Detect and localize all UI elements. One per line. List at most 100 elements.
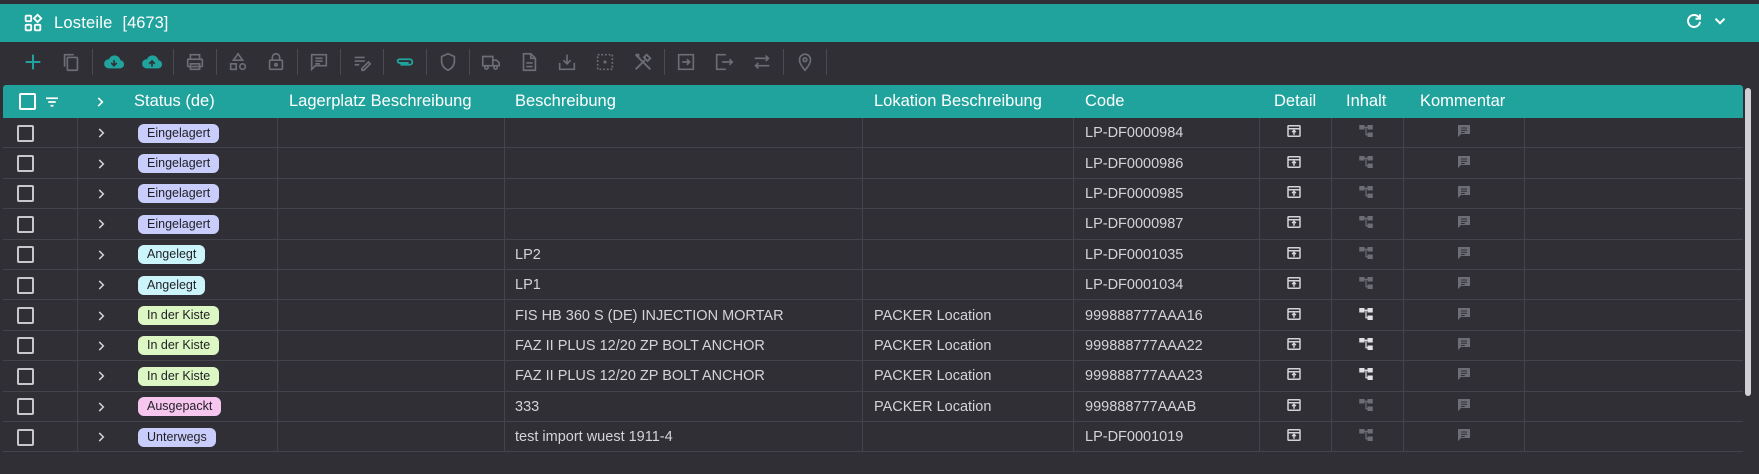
row-checkbox[interactable] — [17, 246, 34, 264]
row-checkbox[interactable] — [17, 367, 34, 385]
lock-button[interactable] — [257, 42, 295, 82]
copy-button[interactable] — [52, 42, 90, 82]
attachment-button[interactable] — [386, 42, 424, 82]
inhalt-button[interactable] — [1357, 392, 1375, 422]
kommentar-button[interactable] — [1455, 148, 1473, 178]
table-row[interactable]: Angelegt LP2 LP-DF0001035 — [3, 239, 1743, 270]
chevron-right-icon[interactable] — [94, 126, 108, 140]
column-header-kommentar[interactable]: Kommentar — [1420, 85, 1505, 118]
row-checkbox[interactable] — [17, 398, 34, 416]
row-checkbox[interactable] — [17, 307, 34, 325]
chevron-right-icon[interactable] — [94, 217, 108, 231]
detail-button[interactable] — [1285, 361, 1303, 391]
add-button[interactable] — [14, 42, 52, 82]
column-header-lagerplatz[interactable]: Lagerplatz Beschreibung — [289, 85, 472, 118]
inhalt-button[interactable] — [1357, 240, 1375, 270]
detail-button[interactable] — [1285, 148, 1303, 178]
kommentar-button[interactable] — [1455, 179, 1473, 209]
kommentar-button[interactable] — [1455, 361, 1473, 391]
location-button[interactable] — [786, 42, 824, 82]
inhalt-button[interactable] — [1357, 209, 1375, 239]
cloud-download-button[interactable] — [95, 42, 133, 82]
shield-button[interactable] — [429, 42, 467, 82]
detail-button[interactable] — [1285, 300, 1303, 330]
truck-button[interactable] — [472, 42, 510, 82]
row-checkbox[interactable] — [17, 124, 34, 142]
table-row[interactable]: Unterwegs test import wuest 1911-4 LP-DF00… — [3, 422, 1743, 453]
chevron-right-icon[interactable] — [94, 309, 108, 323]
filter-icon[interactable] — [43, 93, 61, 111]
inhalt-button[interactable] — [1357, 118, 1375, 148]
inhalt-button[interactable] — [1357, 422, 1375, 452]
kommentar-button[interactable] — [1455, 209, 1473, 239]
login-button[interactable] — [667, 42, 705, 82]
chevron-right-icon[interactable] — [94, 369, 108, 383]
kommentar-button[interactable] — [1455, 331, 1473, 361]
row-checkbox[interactable] — [17, 428, 34, 446]
kommentar-button[interactable] — [1455, 240, 1473, 270]
shapes-button[interactable] — [219, 42, 257, 82]
row-checkbox[interactable] — [17, 215, 34, 233]
inhalt-button[interactable] — [1357, 270, 1375, 300]
detail-button[interactable] — [1285, 392, 1303, 422]
kommentar-button[interactable] — [1455, 300, 1473, 330]
kommentar-button[interactable] — [1455, 392, 1473, 422]
chevron-right-icon[interactable] — [94, 157, 108, 171]
row-checkbox[interactable] — [17, 155, 34, 173]
column-header-detail[interactable]: Detail — [1274, 85, 1316, 118]
download-box-button[interactable] — [548, 42, 586, 82]
column-header-beschreibung[interactable]: Beschreibung — [515, 85, 616, 118]
kommentar-button[interactable] — [1455, 118, 1473, 148]
detail-button[interactable] — [1285, 270, 1303, 300]
table-row[interactable]: In der Kiste FAZ II PLUS 12/20 ZP BOLT AN… — [3, 330, 1743, 362]
tools-button[interactable] — [624, 42, 662, 82]
column-header-lokation[interactable]: Lokation Beschreibung — [874, 85, 1042, 118]
row-checkbox[interactable] — [17, 337, 34, 355]
table-row[interactable]: Ausgepackt 333 PACKER Location 999888777AAA… — [3, 391, 1743, 422]
comment-button[interactable] — [300, 42, 338, 82]
cloud-upload-button[interactable] — [133, 42, 171, 82]
chevron-right-icon[interactable] — [94, 278, 108, 292]
detail-button[interactable] — [1285, 331, 1303, 361]
chevron-right-icon[interactable] — [94, 400, 108, 414]
column-header-status[interactable]: Status (de) — [134, 85, 215, 118]
detail-button[interactable] — [1285, 422, 1303, 452]
logout-button[interactable] — [705, 42, 743, 82]
print-button[interactable] — [176, 42, 214, 82]
frame-button[interactable] — [586, 42, 624, 82]
chevron-right-icon[interactable] — [94, 430, 108, 444]
row-checkbox[interactable] — [17, 185, 34, 203]
table-row[interactable]: In der Kiste FAZ II PLUS 12/20 ZP BOLT AN… — [3, 361, 1743, 392]
swap-button[interactable] — [743, 42, 781, 82]
chevron-down-icon[interactable] — [1711, 12, 1729, 30]
document-button[interactable] — [510, 42, 548, 82]
detail-button[interactable] — [1285, 118, 1303, 148]
select-all-checkbox[interactable] — [19, 93, 36, 110]
table-row[interactable]: Eingelagert LP-DF0000987 — [3, 209, 1743, 240]
chevron-right-icon[interactable] — [94, 339, 108, 353]
table-row[interactable]: Eingelagert LP-DF0000985 — [3, 178, 1743, 210]
detail-button[interactable] — [1285, 209, 1303, 239]
chevron-right-icon[interactable] — [94, 187, 108, 201]
refresh-icon[interactable] — [1685, 12, 1703, 30]
inhalt-button[interactable] — [1357, 361, 1375, 391]
chevron-right-icon[interactable] — [93, 95, 107, 109]
table-row[interactable]: Angelegt LP1 LP-DF0001034 — [3, 270, 1743, 301]
chevron-right-icon[interactable] — [94, 248, 108, 262]
detail-button[interactable] — [1285, 240, 1303, 270]
table-row[interactable]: Eingelagert LP-DF0000984 — [3, 118, 1743, 149]
detail-button[interactable] — [1285, 179, 1303, 209]
inhalt-button[interactable] — [1357, 148, 1375, 178]
table-row[interactable]: Eingelagert LP-DF0000986 — [3, 148, 1743, 179]
kommentar-button[interactable] — [1455, 422, 1473, 452]
edit-list-button[interactable] — [343, 42, 381, 82]
scrollbar-thumb[interactable] — [1745, 88, 1751, 396]
inhalt-button[interactable] — [1357, 179, 1375, 209]
kommentar-button[interactable] — [1455, 270, 1473, 300]
table-row[interactable]: In der Kiste FIS HB 360 S (DE) INJECTION … — [3, 300, 1743, 331]
row-checkbox[interactable] — [17, 276, 34, 294]
column-header-inhalt[interactable]: Inhalt — [1346, 85, 1386, 118]
column-header-code[interactable]: Code — [1085, 85, 1124, 118]
inhalt-button[interactable] — [1357, 331, 1375, 361]
inhalt-button[interactable] — [1357, 300, 1375, 330]
